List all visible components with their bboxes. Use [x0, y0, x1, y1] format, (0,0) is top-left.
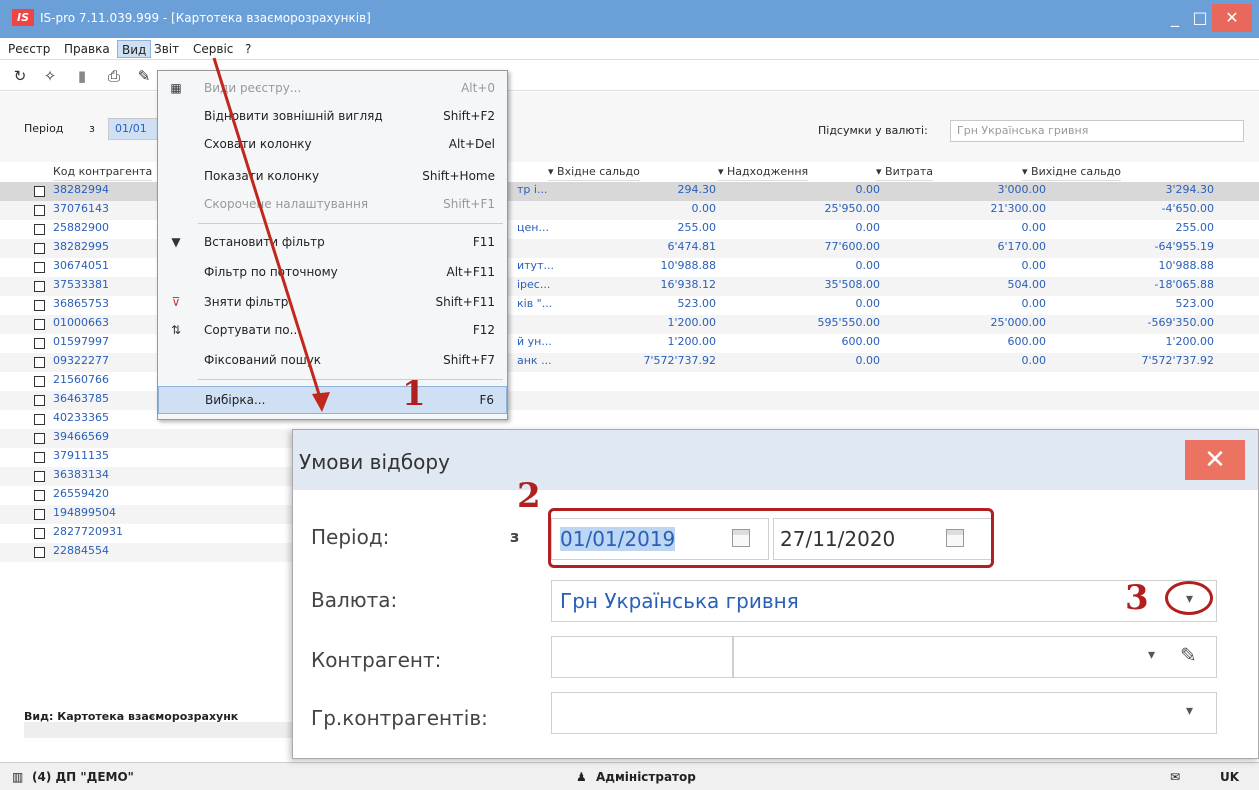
annotation-step-1: 1 [402, 374, 426, 414]
annotation-step-2: 2 [517, 476, 541, 516]
annotation-arrow [212, 57, 330, 412]
annotation-step-3: 3 [1125, 578, 1149, 618]
annotation-period-box [548, 508, 994, 568]
annotation-dropdown-circle [1165, 581, 1213, 615]
